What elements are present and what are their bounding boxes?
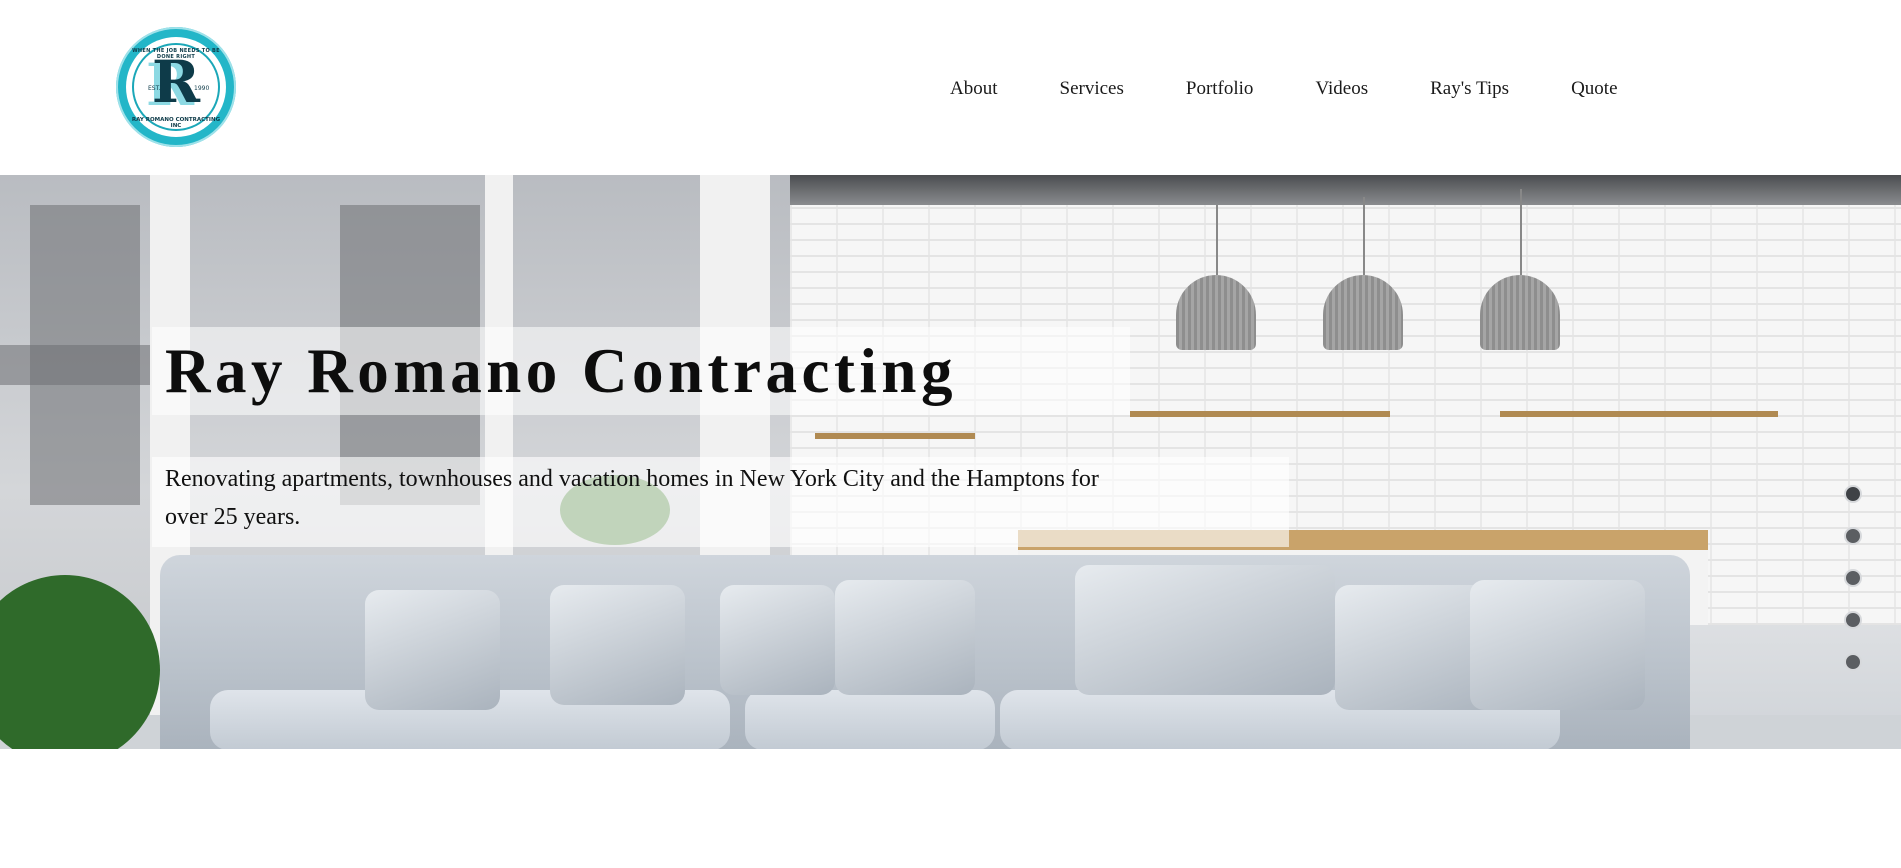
site-header: WHEN THE JOB NEEDS TO BE DONE RIGHT R ES… xyxy=(0,0,1901,175)
pillow xyxy=(1470,580,1645,710)
lamp-cord xyxy=(1216,205,1218,275)
logo-arc-bottom-text: RAY ROMANO CONTRACTING INC xyxy=(131,117,221,129)
nav-portfolio[interactable]: Portfolio xyxy=(1186,78,1254,100)
nav-about[interactable]: About xyxy=(950,78,998,100)
pendant-lamp xyxy=(1176,275,1256,350)
slider-dot[interactable] xyxy=(1844,527,1862,545)
pillow xyxy=(835,580,975,695)
wall-shelf xyxy=(815,433,975,439)
nav-rays-tips[interactable]: Ray's Tips xyxy=(1430,78,1509,100)
logo-year: 1990 xyxy=(194,85,210,92)
company-logo[interactable]: WHEN THE JOB NEEDS TO BE DONE RIGHT R ES… xyxy=(116,27,236,147)
pillow xyxy=(1075,565,1335,695)
slider-dot[interactable] xyxy=(1844,485,1862,503)
logo-est: EST. xyxy=(148,85,161,92)
wall-shelf xyxy=(1130,411,1390,417)
lamp-cord xyxy=(1520,189,1522,275)
lamp-cord xyxy=(1363,197,1365,275)
hero-title: Ray Romano Contracting xyxy=(165,336,957,406)
nav-services[interactable]: Services xyxy=(1060,78,1124,100)
hero-slider: Ray Romano Contracting Renovating apartm… xyxy=(0,175,1901,749)
slider-pagination xyxy=(1844,485,1862,671)
pendant-lamp xyxy=(1480,275,1560,350)
slider-dot[interactable] xyxy=(1844,653,1862,671)
ceiling-beam xyxy=(790,175,1901,205)
pendant-lamp xyxy=(1323,275,1403,350)
hero-subtitle: Renovating apartments, townhouses and va… xyxy=(165,466,1099,530)
nav-videos[interactable]: Videos xyxy=(1315,78,1368,100)
slider-dot[interactable] xyxy=(1844,569,1862,587)
window-pane xyxy=(30,205,140,505)
slider-dot[interactable] xyxy=(1844,611,1862,629)
pillow xyxy=(365,590,500,710)
wall-shelf xyxy=(1500,411,1778,417)
pillow xyxy=(720,585,835,695)
nav-quote[interactable]: Quote xyxy=(1571,78,1617,100)
pillow xyxy=(550,585,685,705)
logo-letter: R xyxy=(151,48,201,116)
logo-badge: WHEN THE JOB NEEDS TO BE DONE RIGHT R ES… xyxy=(126,37,226,137)
main-nav: About Services Portfolio Videos Ray's Ti… xyxy=(950,78,1618,100)
sofa-cushion xyxy=(745,690,995,749)
